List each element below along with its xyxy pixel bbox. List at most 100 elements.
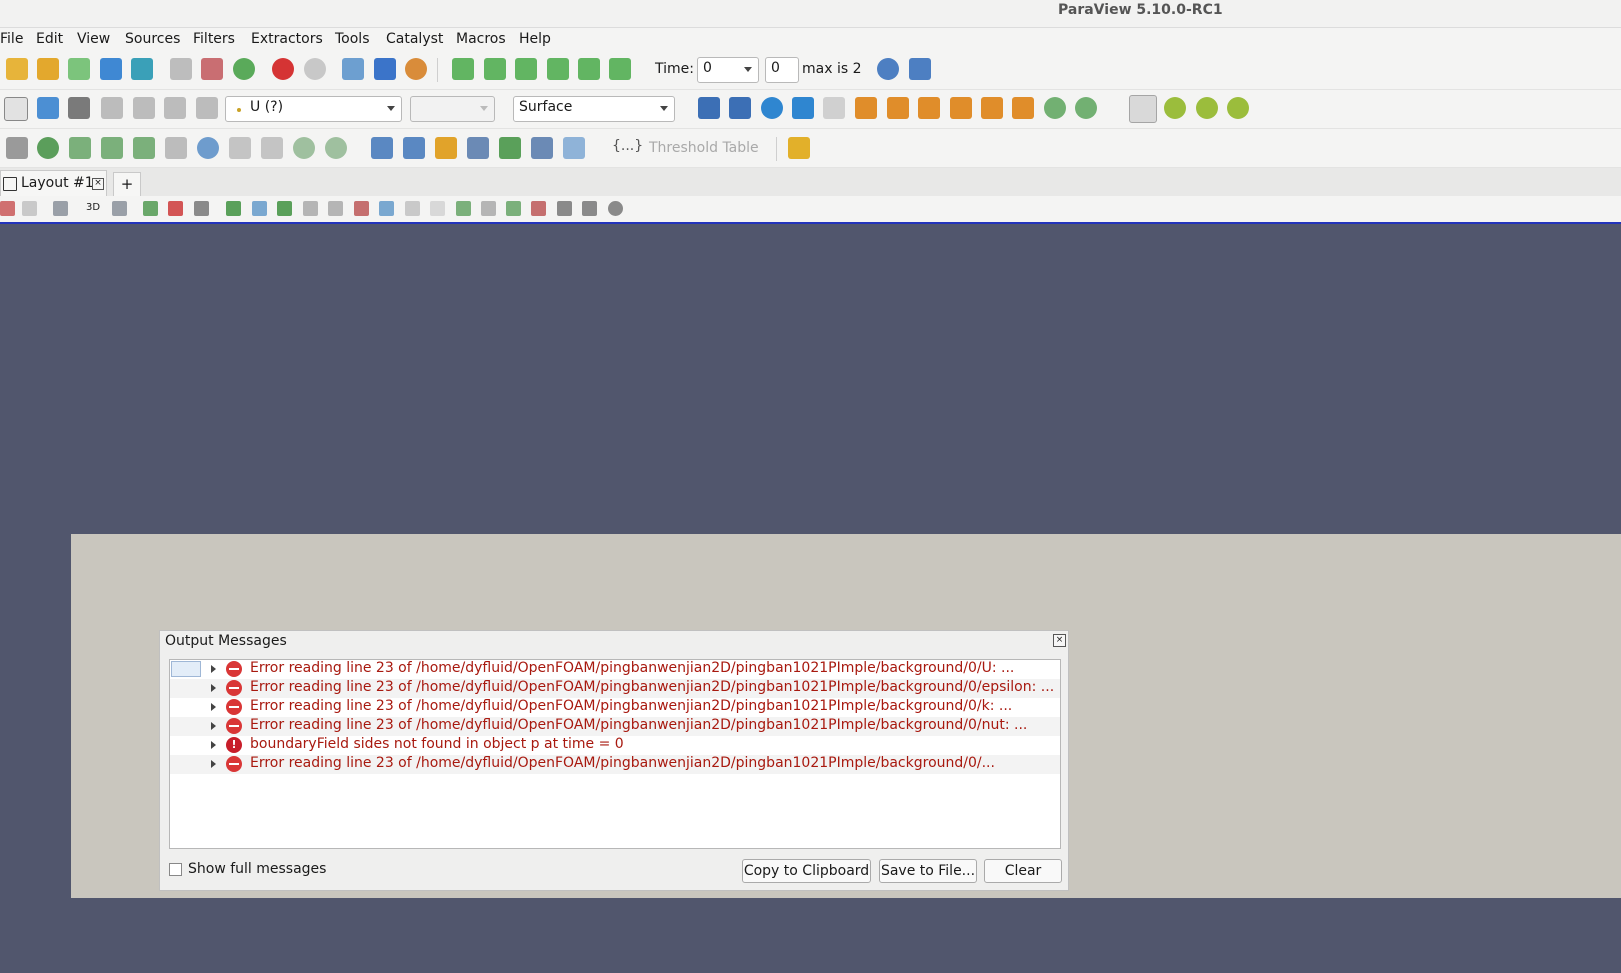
list-item[interactable]: Error reading line 23 of /home/dyfluid/O… <box>170 717 1060 736</box>
menu-edit[interactable]: Edit <box>36 31 63 47</box>
edit-color-map-icon[interactable] <box>37 97 59 119</box>
hover-points-icon[interactable] <box>405 201 420 216</box>
expand-icon[interactable] <box>211 741 216 749</box>
slice-icon[interactable] <box>101 137 123 159</box>
select-blocks-icon[interactable] <box>354 201 369 216</box>
query-points-icon[interactable] <box>506 201 521 216</box>
menu-view[interactable]: View <box>77 31 110 47</box>
tab-layout-1[interactable]: Layout #1 × <box>0 170 107 196</box>
zoom-data-icon[interactable] <box>761 97 783 119</box>
center-axes-icon[interactable] <box>1129 95 1157 123</box>
save-data-icon[interactable] <box>68 58 90 80</box>
component-select[interactable] <box>410 96 495 122</box>
menu-help[interactable]: Help <box>519 31 551 47</box>
toggle-color-legend-icon[interactable] <box>4 97 28 121</box>
braces-icon[interactable]: {...} <box>612 138 643 154</box>
view-plus-y-icon[interactable] <box>918 97 940 119</box>
list-item[interactable]: Error reading line 23 of /home/dyfluid/O… <box>170 679 1060 698</box>
close-icon[interactable]: × <box>1053 634 1066 647</box>
snowflake-icon[interactable] <box>563 137 585 159</box>
expand-icon[interactable] <box>211 722 216 730</box>
previous-frame-icon[interactable] <box>484 58 506 80</box>
disconnect-icon[interactable] <box>131 58 153 80</box>
last-frame-icon[interactable] <box>578 58 600 80</box>
rotate-plus-90-icon[interactable] <box>1044 97 1066 119</box>
histogram-icon[interactable] <box>435 137 457 159</box>
select-points-on-icon[interactable] <box>379 201 394 216</box>
open-folder-icon[interactable] <box>6 58 28 80</box>
palette-icon[interactable] <box>405 58 427 80</box>
color-array-select[interactable]: U (?) <box>225 96 402 122</box>
pick-center-icon[interactable] <box>1164 97 1186 119</box>
menu-sources[interactable]: Sources <box>125 31 180 47</box>
zoom-box-icon[interactable] <box>823 97 845 119</box>
menu-macros[interactable]: Macros <box>456 31 506 47</box>
camera-redo-icon[interactable] <box>374 58 396 80</box>
load-state-icon[interactable] <box>201 58 223 80</box>
threshold-icon[interactable] <box>133 137 155 159</box>
view-minus-x-icon[interactable] <box>887 97 909 119</box>
glyph-icon[interactable] <box>197 137 219 159</box>
undo-icon[interactable] <box>272 58 294 80</box>
select-add-icon[interactable] <box>143 201 158 216</box>
rescale-eye-icon[interactable] <box>196 97 218 119</box>
reset-session-icon[interactable] <box>0 201 15 216</box>
loop-icon[interactable] <box>609 58 631 80</box>
zoom-closest-icon[interactable] <box>729 97 751 119</box>
menu-file[interactable]: File <box>0 31 23 47</box>
plot-data-icon[interactable] <box>467 137 489 159</box>
toggle-3d-button[interactable]: 3D <box>86 202 100 213</box>
time-input[interactable]: 0 <box>697 57 759 83</box>
find-data-icon[interactable] <box>877 58 899 80</box>
ruler-icon[interactable] <box>788 137 810 159</box>
expand-icon[interactable] <box>211 684 216 692</box>
menu-extractors[interactable]: Extractors <box>251 31 323 47</box>
plot-over-line-icon[interactable] <box>403 137 425 159</box>
extract-level-icon[interactable] <box>325 137 347 159</box>
select-polygon-icon[interactable] <box>303 201 318 216</box>
first-frame-icon[interactable] <box>452 58 474 80</box>
expand-icon[interactable] <box>211 665 216 673</box>
warp-vector-icon[interactable] <box>261 137 283 159</box>
rescale-visible-icon[interactable] <box>164 97 186 119</box>
capture-icon[interactable] <box>22 201 37 216</box>
reload-icon[interactable] <box>233 58 255 80</box>
list-item[interactable]: Error reading line 23 of /home/dyfluid/O… <box>170 660 1060 679</box>
expand-icon[interactable] <box>211 760 216 768</box>
rotate-minus-90-icon[interactable] <box>1075 97 1097 119</box>
grow-selection-icon[interactable] <box>456 201 471 216</box>
rescale-temporal-icon[interactable] <box>133 97 155 119</box>
next-frame-icon[interactable] <box>547 58 569 80</box>
threshold-table-button[interactable]: Threshold Table <box>649 140 759 156</box>
save-state-icon[interactable] <box>170 58 192 80</box>
hover-cells-icon[interactable] <box>430 201 445 216</box>
save-to-file-button[interactable]: Save to File... <box>879 859 977 883</box>
list-item[interactable]: ! boundaryField sides not found in objec… <box>170 736 1060 755</box>
view-plus-x-icon[interactable] <box>855 97 877 119</box>
clear-button[interactable]: Clear <box>984 859 1062 883</box>
rotation-center-icon[interactable] <box>1227 97 1249 119</box>
list-item[interactable]: Error reading line 23 of /home/dyfluid/O… <box>170 755 1060 774</box>
select-cells-icon[interactable] <box>226 201 241 216</box>
minus-icon[interactable] <box>582 201 597 216</box>
select-interactive-icon[interactable] <box>328 201 343 216</box>
timestep-spinbox[interactable]: 0 <box>765 57 799 83</box>
play-icon[interactable] <box>515 58 537 80</box>
add-layout-button[interactable]: + <box>113 172 141 196</box>
plus-icon[interactable] <box>557 201 572 216</box>
view-minus-y-icon[interactable] <box>950 97 972 119</box>
calculator-icon[interactable] <box>6 137 28 159</box>
zoom-view-icon[interactable] <box>112 201 127 216</box>
expand-icon[interactable] <box>211 703 216 711</box>
list-item[interactable]: Error reading line 23 of /home/dyfluid/O… <box>170 698 1060 717</box>
view-plus-z-icon[interactable] <box>981 97 1003 119</box>
redo-icon[interactable] <box>304 58 326 80</box>
shrink-selection-icon[interactable] <box>481 201 496 216</box>
screenshot-icon[interactable] <box>53 201 68 216</box>
probe-icon[interactable] <box>371 137 393 159</box>
message-list[interactable]: Error reading line 23 of /home/dyfluid/O… <box>169 659 1061 849</box>
representation-select[interactable]: Surface <box>513 96 675 122</box>
view-minus-z-icon[interactable] <box>1012 97 1034 119</box>
query-cells-icon[interactable] <box>531 201 546 216</box>
menu-filters[interactable]: Filters <box>193 31 235 47</box>
